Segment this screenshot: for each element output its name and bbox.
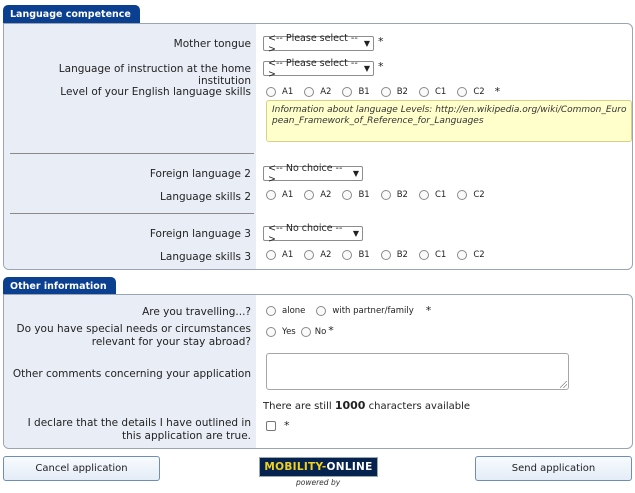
radio-icon[interactable] (266, 250, 276, 260)
radio-icon[interactable] (380, 190, 391, 200)
skills2-b1[interactable]: B1 (342, 190, 370, 200)
comments-label: Other comments concerning your applicati… (12, 368, 251, 380)
required-marker: * (494, 85, 501, 98)
skills2-c1[interactable]: C1 (418, 190, 446, 200)
foreign-language-2-select[interactable]: <-- No choice --> ▼ (263, 163, 363, 185)
special-needs-no[interactable]: No (300, 327, 326, 337)
foreign-language-3-value: <-- No choice --> (268, 222, 343, 245)
skills2-a1[interactable]: A1 (266, 190, 293, 200)
radio-icon[interactable] (380, 86, 391, 97)
other-section-panel: Are you travelling...? alone with partne… (3, 294, 633, 449)
mobility-online-logo: MOBILITY- ONLINE (259, 457, 378, 477)
skills3-b2[interactable]: B2 (380, 250, 408, 260)
radio-icon[interactable] (418, 86, 429, 97)
foreign-language-3-label: Foreign language 3 (149, 228, 251, 240)
instruction-language-label: Language of instruction at the home inst… (58, 63, 251, 87)
skills2-c2[interactable]: C2 (457, 190, 485, 200)
skills2-a2[interactable]: A2 (304, 190, 331, 200)
radio-icon[interactable] (342, 250, 353, 260)
skills3-c2[interactable]: C2 (457, 250, 485, 260)
chevron-down-icon: ▼ (363, 39, 370, 48)
english-skill-c1[interactable]: C1 (418, 86, 446, 97)
instruction-language-value: <-- Please select --> (268, 57, 358, 80)
skills3-a2[interactable]: A2 (304, 250, 331, 260)
chevron-down-icon: ▼ (363, 64, 370, 73)
language-skills-3-label: Language skills 3 (160, 251, 251, 263)
english-skill-c2[interactable]: C2 (457, 86, 485, 97)
language-section-tab: Language competence (3, 5, 140, 24)
english-skill-a1[interactable]: A1 (266, 86, 293, 97)
chevron-down-icon: ▼ (352, 169, 359, 178)
radio-icon[interactable] (418, 190, 429, 200)
divider (10, 213, 254, 214)
skills3-c1[interactable]: C1 (418, 250, 446, 260)
required-marker: * (328, 323, 334, 337)
language-section-panel: Mother tongue <-- Please select --> ▼ * … (3, 23, 633, 270)
radio-icon[interactable] (266, 190, 276, 200)
skills3-b1[interactable]: B1 (342, 250, 370, 260)
radio-icon[interactable] (457, 250, 468, 260)
travelling-with-partner[interactable]: with partner/family (316, 305, 414, 316)
english-skill-b2[interactable]: B2 (380, 86, 408, 97)
travelling-label: Are you travelling...? (142, 306, 251, 318)
skills2-b2[interactable]: B2 (380, 190, 408, 200)
comments-textarea[interactable] (266, 353, 569, 390)
foreign-language-2-value: <-- No choice --> (268, 162, 343, 185)
special-needs-yes[interactable]: Yes (266, 327, 296, 337)
radio-icon[interactable] (304, 86, 315, 97)
radio-icon[interactable] (457, 86, 468, 97)
radio-icon[interactable] (418, 250, 429, 260)
characters-count: 1000 (334, 399, 366, 412)
mother-tongue-select[interactable]: <-- Please select --> ▼ (263, 33, 374, 55)
characters-remaining: There are still 1000 characters availabl… (263, 399, 471, 412)
required-marker: * (425, 304, 432, 317)
language-skills-2-label: Language skills 2 (160, 191, 251, 203)
declaration-checkbox[interactable] (266, 420, 276, 431)
send-application-button[interactable]: Send application (475, 456, 632, 481)
chevron-down-icon: ▼ (352, 229, 359, 238)
language-levels-info: Information about language Levels: http:… (266, 100, 632, 142)
skills3-a1[interactable]: A1 (266, 250, 293, 260)
declaration-label: I declare that the details I have outlin… (27, 417, 251, 442)
radio-icon[interactable] (300, 327, 311, 337)
radio-icon[interactable] (342, 190, 353, 200)
special-needs-label: Do you have special needs or circumstanc… (16, 323, 252, 348)
instruction-language-select[interactable]: <-- Please select --> ▼ (263, 58, 374, 80)
mother-tongue-label: Mother tongue (173, 38, 251, 50)
powered-by-text: powered by (296, 478, 341, 487)
radio-icon[interactable] (266, 327, 276, 337)
radio-icon[interactable] (304, 250, 315, 260)
radio-icon[interactable] (380, 250, 391, 260)
radio-icon[interactable] (266, 86, 276, 97)
radio-icon[interactable] (304, 190, 315, 200)
radio-icon[interactable] (457, 190, 468, 200)
resize-handle-icon[interactable] (560, 381, 567, 388)
required-marker: * (378, 35, 384, 48)
english-skill-b1[interactable]: B1 (342, 86, 370, 97)
english-skills-label: Level of your English language skills (60, 86, 251, 98)
travelling-alone[interactable]: alone (266, 305, 305, 316)
english-skill-a2[interactable]: A2 (304, 86, 331, 97)
cancel-application-button[interactable]: Cancel application (3, 456, 160, 481)
divider (10, 153, 254, 154)
mother-tongue-value: <-- Please select --> (268, 32, 358, 55)
required-marker: * (378, 60, 384, 73)
radio-icon[interactable] (316, 305, 327, 316)
radio-icon[interactable] (266, 305, 276, 316)
radio-icon[interactable] (342, 86, 353, 97)
required-marker: * (284, 419, 290, 432)
foreign-language-3-select[interactable]: <-- No choice --> ▼ (263, 223, 363, 245)
foreign-language-2-label: Foreign language 2 (149, 168, 251, 180)
